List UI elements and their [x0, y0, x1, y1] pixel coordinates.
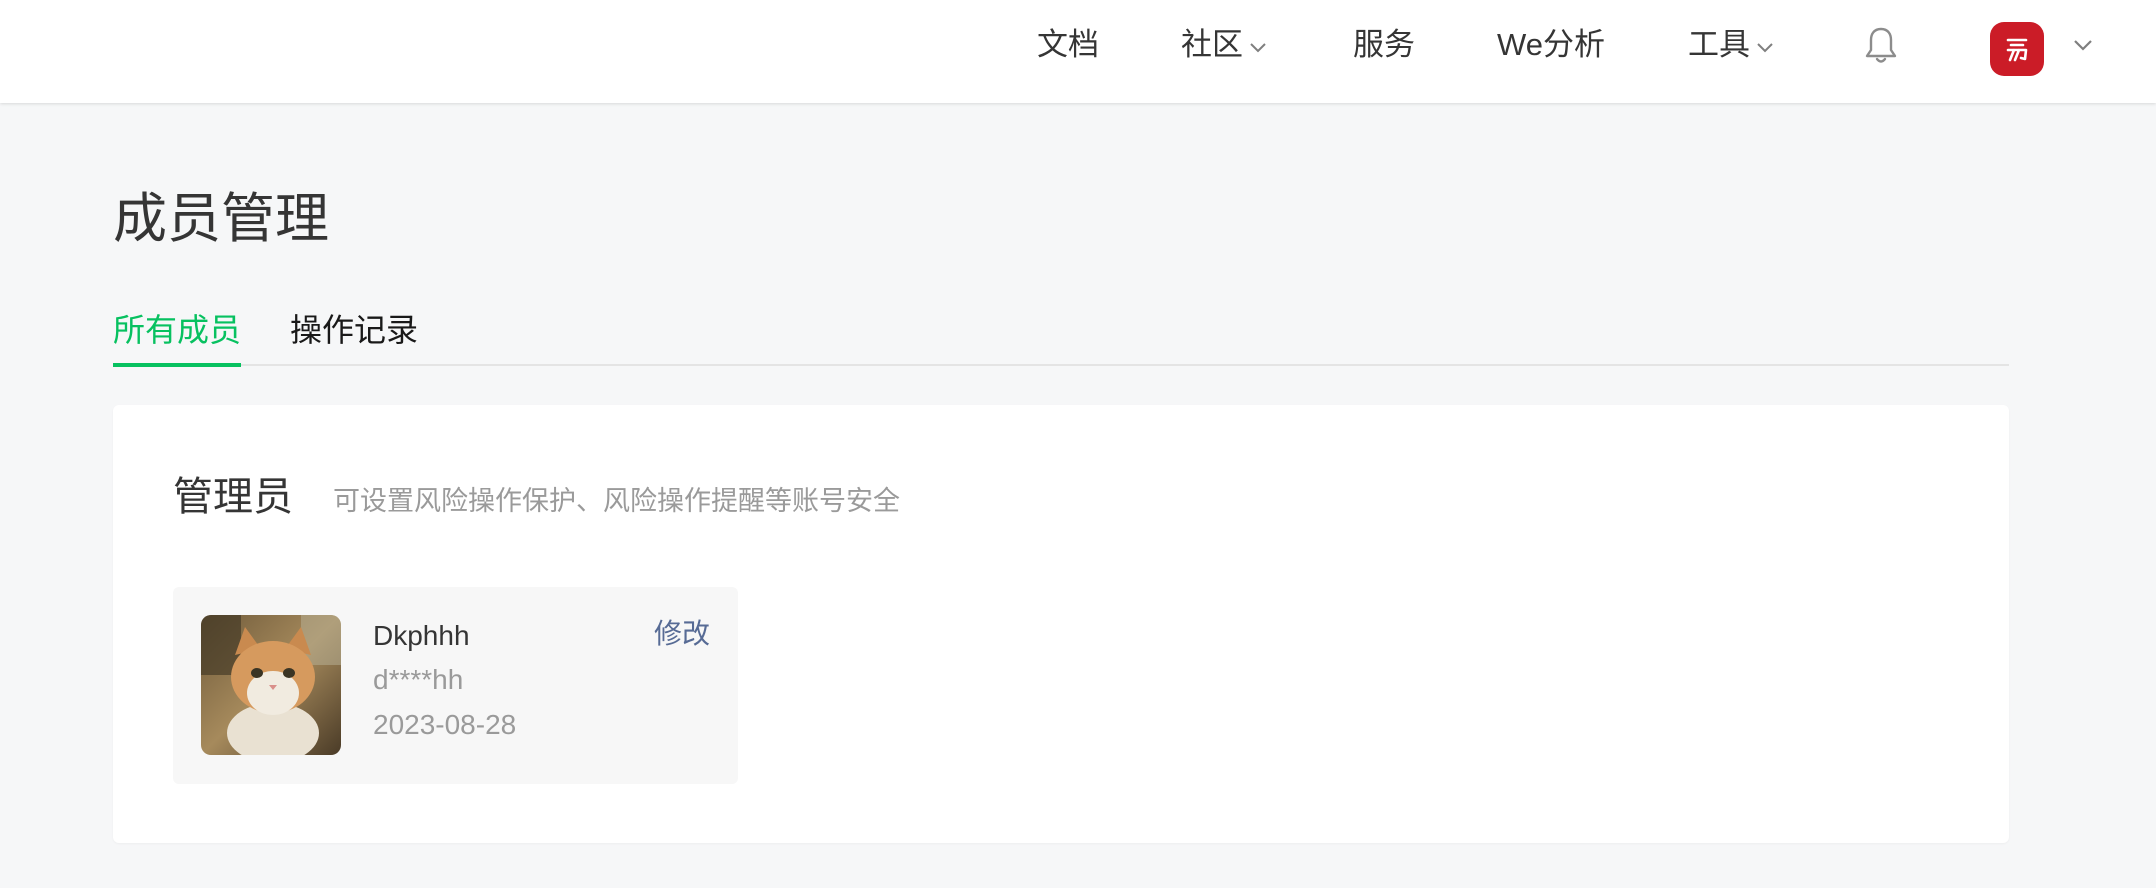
tab-all-members[interactable]: 所有成员 — [113, 308, 241, 352]
chevron-down-icon — [1250, 43, 1266, 53]
chevron-down-icon[interactable] — [2070, 32, 2096, 58]
tab-operation-log[interactable]: 操作记录 — [290, 308, 418, 352]
edit-admin-link[interactable]: 修改 — [654, 615, 710, 653]
admin-member-card: Dkphhh d****hh 2023-08-28 修改 — [173, 587, 738, 784]
section-description: 可设置风险操作保护、风险操作提醒等账号安全 — [333, 486, 900, 516]
nav-services-label: 服务 — [1353, 27, 1415, 62]
nav-community[interactable]: 社区 — [1181, 22, 1269, 68]
account-avatar[interactable] — [1990, 22, 2044, 76]
member-avatar[interactable] — [201, 615, 341, 755]
tab-all-members-label: 所有成员 — [113, 312, 242, 348]
nav-we-analytics-label: We分析 — [1497, 27, 1605, 62]
member-wechat-id: d****hh — [373, 664, 464, 695]
top-navigation-bar: 文档 社区 服务 We分析 工具 — [0, 0, 2156, 103]
member-bind-date: 2023-08-28 — [373, 709, 517, 740]
nav-docs-label: 文档 — [1037, 27, 1099, 62]
cat-avatar-image — [201, 615, 341, 755]
nav-we-analytics[interactable]: We分析 — [1497, 22, 1605, 68]
tab-operation-log-label: 操作记录 — [290, 312, 419, 348]
section-title: 管理员 — [173, 475, 293, 519]
nav-docs[interactable]: 文档 — [1037, 22, 1099, 68]
account-logo-icon — [2006, 38, 2028, 62]
nav-tools[interactable]: 工具 — [1688, 22, 1776, 68]
nav-services[interactable]: 服务 — [1353, 22, 1415, 68]
active-tab-indicator — [113, 363, 241, 367]
nav-tools-label: 工具 — [1688, 27, 1750, 62]
tab-bar: 所有成员 操作记录 — [113, 300, 2009, 367]
chevron-down-icon — [1757, 43, 1773, 53]
nav-community-label: 社区 — [1181, 27, 1243, 62]
page-title: 成员管理 — [113, 189, 329, 249]
bell-icon[interactable] — [1862, 25, 1900, 67]
admin-panel: 管理员 可设置风险操作保护、风险操作提醒等账号安全 Dkphhh d****hh… — [113, 405, 2009, 843]
member-name: Dkphhh — [373, 620, 470, 651]
